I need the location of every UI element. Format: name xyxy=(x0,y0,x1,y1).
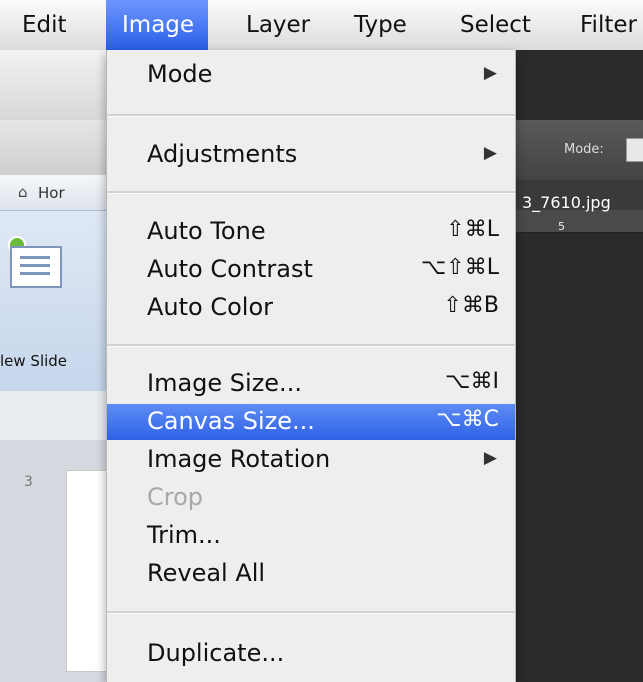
menu-item-image-size[interactable]: Image Size... ⌥⌘I xyxy=(107,366,515,402)
menu-item-reveal-all[interactable]: Reveal All xyxy=(107,556,515,592)
menu-item-crop: Crop xyxy=(107,480,515,516)
menu-item-mode[interactable]: Mode ▶ xyxy=(107,57,515,93)
menu-item-auto-contrast[interactable]: Auto Contrast ⌥⇧⌘L xyxy=(107,252,515,288)
menubar-item-type[interactable]: Type xyxy=(354,0,407,50)
home-icon: ⌂ xyxy=(18,183,28,201)
menu-item-auto-tone[interactable]: Auto Tone ⇧⌘L xyxy=(107,214,515,250)
slide-thumbnail[interactable] xyxy=(66,470,108,672)
menu-item-adjustments[interactable]: Adjustments ▶ xyxy=(107,137,515,173)
office-toolbar xyxy=(0,50,106,120)
menu-item-label: Auto Tone xyxy=(147,217,266,245)
ruler-number: 5 xyxy=(558,220,565,233)
ribbon-tab-home-label: Hor xyxy=(38,184,65,202)
menu-item-shortcut: ⇧⌘B xyxy=(443,293,499,318)
ruler xyxy=(516,210,643,233)
menu-item-trim[interactable]: Trim... xyxy=(107,518,515,554)
menu-separator xyxy=(107,611,515,614)
triangle-right-icon: ▶ xyxy=(483,448,497,468)
menubar-item-edit[interactable]: Edit xyxy=(22,0,67,50)
menubar-item-filter[interactable]: Filter xyxy=(580,0,637,50)
ribbon-tab-home[interactable]: ⌂ Hor xyxy=(0,175,106,211)
background-photoshop: Mode: 3_7610.jpg 5 xyxy=(516,50,643,682)
menu-item-label: Image Rotation xyxy=(147,445,331,473)
menu-bar: Edit Image Layer Type Select Filter xyxy=(0,0,643,51)
triangle-right-icon: ▶ xyxy=(483,63,497,83)
menu-separator xyxy=(107,191,515,194)
menu-item-label: Auto Color xyxy=(147,293,274,321)
menu-item-shortcut: ⌥⇧⌘L xyxy=(420,255,499,280)
menubar-item-image[interactable]: Image xyxy=(106,0,209,50)
menu-item-label: Adjustments xyxy=(147,140,298,168)
menu-item-auto-color[interactable]: Auto Color ⇧⌘B xyxy=(107,290,515,326)
menu-separator xyxy=(107,114,515,117)
mode-label: Mode: xyxy=(564,142,604,157)
new-slide-label: lew Slide xyxy=(0,352,68,370)
menu-item-label: Duplicate... xyxy=(147,639,285,667)
mode-select[interactable] xyxy=(626,138,643,162)
triangle-right-icon: ▶ xyxy=(483,143,497,163)
menu-item-shortcut: ⌥⌘C xyxy=(436,407,499,432)
office-toolbar-secondary xyxy=(0,120,106,175)
menu-item-label: Crop xyxy=(147,483,204,511)
menu-item-shortcut: ⇧⌘L xyxy=(446,217,499,242)
new-slide-icon[interactable] xyxy=(10,246,62,288)
menubar-item-layer[interactable]: Layer xyxy=(246,0,310,50)
document-tab[interactable]: 3_7610.jpg xyxy=(522,193,611,212)
menu-item-label: Image Size... xyxy=(147,369,302,397)
menu-item-label: Trim... xyxy=(147,521,221,549)
menu-item-image-rotation[interactable]: Image Rotation ▶ xyxy=(107,442,515,478)
menu-item-label: Mode xyxy=(147,60,213,88)
image-menu: Mode ▶ Adjustments ▶ Auto Tone ⇧⌘L Auto … xyxy=(106,50,516,682)
menu-item-label: Canvas Size... xyxy=(147,407,315,435)
menu-item-label: Reveal All xyxy=(147,559,266,587)
menu-item-canvas-size[interactable]: Canvas Size... ⌥⌘C xyxy=(107,404,515,440)
menubar-item-select[interactable]: Select xyxy=(460,0,531,50)
menu-item-shortcut: ⌥⌘I xyxy=(445,369,499,394)
menu-separator xyxy=(107,344,515,347)
menu-item-label: Auto Contrast xyxy=(147,255,313,283)
slide-number: 3 xyxy=(24,474,33,490)
menu-item-duplicate[interactable]: Duplicate... xyxy=(107,636,515,672)
